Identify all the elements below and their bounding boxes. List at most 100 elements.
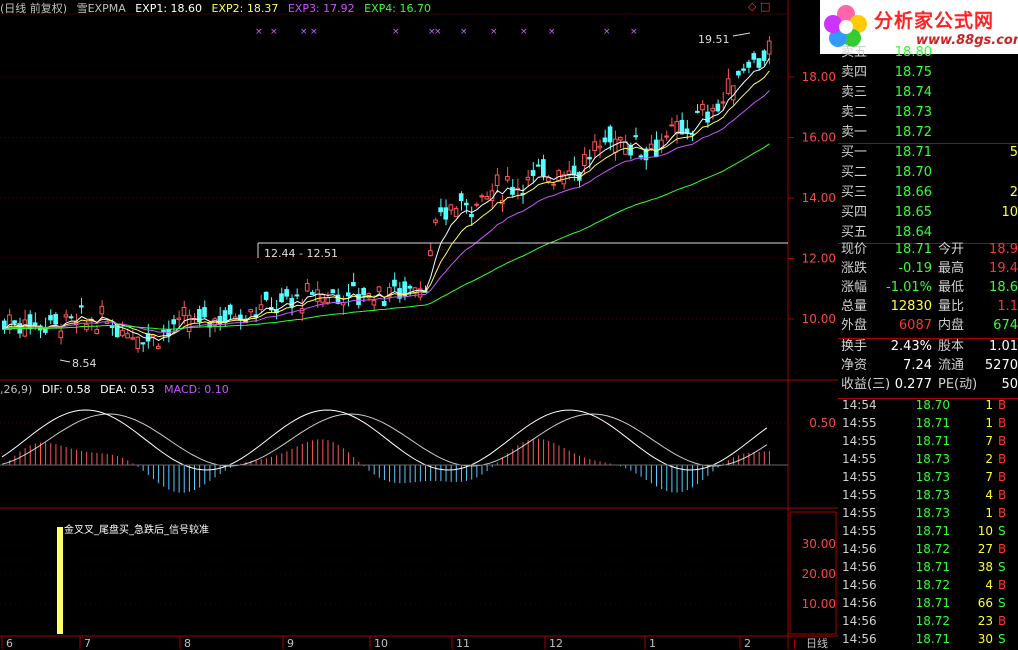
price-axis-label: 18.00 [802,70,836,84]
tick-volume: 38 [977,560,993,574]
candle-body [94,328,100,335]
tick-volume: 1 [985,506,993,520]
tick-time: 14:55 [842,452,877,466]
candle-body [345,292,351,297]
sell-row: 卖一 18.72 [838,123,1018,143]
candle-body [428,250,433,257]
candle-body [79,305,84,308]
candle-body [602,137,608,143]
info-row: 收益(三) 0.277 PE(动) 50 [838,375,1018,395]
candle-body [392,279,397,287]
candle-body [32,322,38,326]
candle-body [458,193,464,202]
sell-row: 卖四 18.75 [838,63,1018,83]
tick-volume: 4 [985,578,993,592]
candle-body [582,154,587,166]
candle-body [679,119,685,135]
candle-body [171,319,177,325]
candle-body [484,196,490,200]
buy-price: 18.65 [894,205,932,220]
stat-value: -1.01% [886,280,932,295]
candle-body [464,202,469,206]
candle-body [720,101,726,104]
month-label: 2 [744,637,751,649]
tick-price: 18.71 [915,416,950,430]
exp2-value: EXP2: 18.37 [211,2,279,15]
tick-side: B [998,578,1007,592]
candle-body [376,286,382,293]
info-row: 换手 2.43% 股本 1.01 [838,337,1018,357]
tick-time: 14:56 [842,596,877,610]
candle-body [469,213,474,218]
stat-label: 最高 [938,261,965,276]
sell-label: 卖二 [841,105,868,120]
candle-body [58,330,64,339]
buy-volume: 10 [1001,205,1018,220]
restore-icon[interactable]: □ [760,0,770,13]
sell-price: 18.73 [894,105,932,120]
kline-chart-canvas[interactable]: 18.00 16.00 14.00 12.00 10.00 0.50 30.00 20.00 1… [0,0,838,649]
candle-body [443,207,449,220]
macd-dif: DIF: 0.58 [41,383,91,396]
candle-body [120,329,125,337]
tick-row: 14:56 18.72 4 B [838,576,1018,594]
buy-price: 18.70 [894,165,932,180]
period-label: (日线 前复权) [0,2,68,15]
candle-body [664,135,669,138]
candle-body [217,315,223,325]
candle-body [530,170,536,176]
tick-time: 14:56 [842,560,877,574]
tick-volume: 1 [985,416,993,430]
candle-body [669,124,674,127]
tick-price: 18.70 [915,398,950,412]
month-label: 6 [6,637,13,649]
candle-body [638,155,644,158]
candle-body [628,145,633,156]
signal-marker: × [392,27,400,37]
tick-side: S [998,524,1006,538]
diamond-icon[interactable]: ◇ [748,0,756,13]
tick-price: 18.71 [915,632,950,646]
info-label: 股本 [938,339,965,354]
candle-body [438,207,443,213]
stat-label: 涨跌 [841,261,868,276]
candle-body [125,333,130,339]
candle-body [284,289,289,297]
tick-price: 18.71 [915,524,950,538]
indicator-name: 雪EXPMA [76,2,126,15]
candle-body [474,203,479,206]
candle-body [48,315,53,321]
tick-time: 14:55 [842,434,877,448]
buy-volume: 5 [1009,145,1018,160]
candle-body [607,126,613,143]
candle-body [541,159,546,177]
stat-value: 18.9 [989,242,1018,257]
candle-body [505,176,510,181]
candle-body [407,285,413,289]
stat-label: 今开 [938,242,965,257]
window-controls[interactable]: ◇ □ [748,0,770,13]
candle-body [736,70,741,76]
candle-body [181,306,187,317]
signal-marker: × [310,27,318,37]
macd-params: ,26,9) [0,383,33,396]
stat-value: 674 [993,318,1018,333]
macd-dea: DEA: 0.53 [100,383,155,396]
tick-row: 14:56 18.72 23 B [838,612,1018,630]
sell-price: 18.72 [894,125,932,140]
signal-marker: × [460,27,468,37]
period-tab[interactable]: 日线 [794,638,839,649]
sell-price: 18.80 [894,45,932,60]
tick-time: 14:55 [842,416,877,430]
stat-label: 现价 [841,242,868,257]
stat-value: 1.1 [997,299,1018,314]
candle-body [258,304,264,310]
signal-marker: × [630,27,638,37]
month-label: 12 [549,637,563,649]
tick-row: 14:55 18.73 4 B [838,486,1018,504]
signal-marker: × [300,27,308,37]
candle-body [12,320,17,324]
candle-body [653,139,659,157]
candle-body [289,298,295,308]
info-value: 50 [1001,377,1018,392]
